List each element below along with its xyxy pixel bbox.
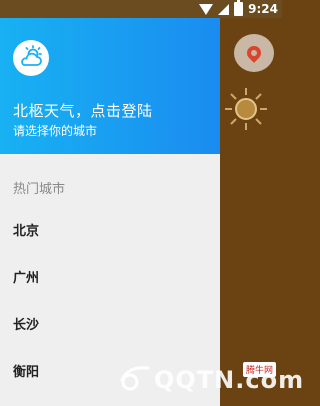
- section-title-hot-cities: 热门城市: [13, 182, 66, 197]
- weather-cloud-sun-icon: [21, 45, 42, 66]
- status-time: 9:24: [248, 2, 278, 16]
- city-item-beijing[interactable]: 北京: [0, 208, 220, 255]
- wifi-icon: [199, 3, 214, 15]
- location-pin-icon: [244, 43, 264, 63]
- avatar[interactable]: [13, 40, 49, 76]
- login-prompt[interactable]: 北柩天气，点击登陆: [13, 100, 153, 121]
- status-icons: 9:24: [199, 0, 278, 17]
- watermark-text: QQTN.com: [154, 366, 305, 394]
- drawer-header[interactable]: 北柩天气，点击登陆 请选择你的城市: [0, 18, 220, 154]
- location-button[interactable]: [234, 34, 274, 72]
- watermark-logo-icon: [120, 366, 150, 391]
- battery-icon: [234, 0, 244, 16]
- city-item-guangzhou[interactable]: 广州: [0, 255, 220, 302]
- sun-icon: [225, 88, 267, 130]
- signal-icon: [218, 3, 230, 15]
- watermark: QQTN.com 腾牛网: [118, 362, 303, 398]
- city-item-changsha[interactable]: 长沙: [0, 302, 220, 349]
- navigation-drawer: 北柩天气，点击登陆 请选择你的城市 热门城市 北京 广州 长沙 衡阳: [0, 18, 220, 406]
- watermark-badge: 腾牛网: [242, 362, 276, 377]
- status-bar: 9:24: [0, 0, 282, 18]
- header-subtitle: 请选择你的城市: [13, 124, 98, 138]
- background-app[interactable]: [220, 18, 282, 406]
